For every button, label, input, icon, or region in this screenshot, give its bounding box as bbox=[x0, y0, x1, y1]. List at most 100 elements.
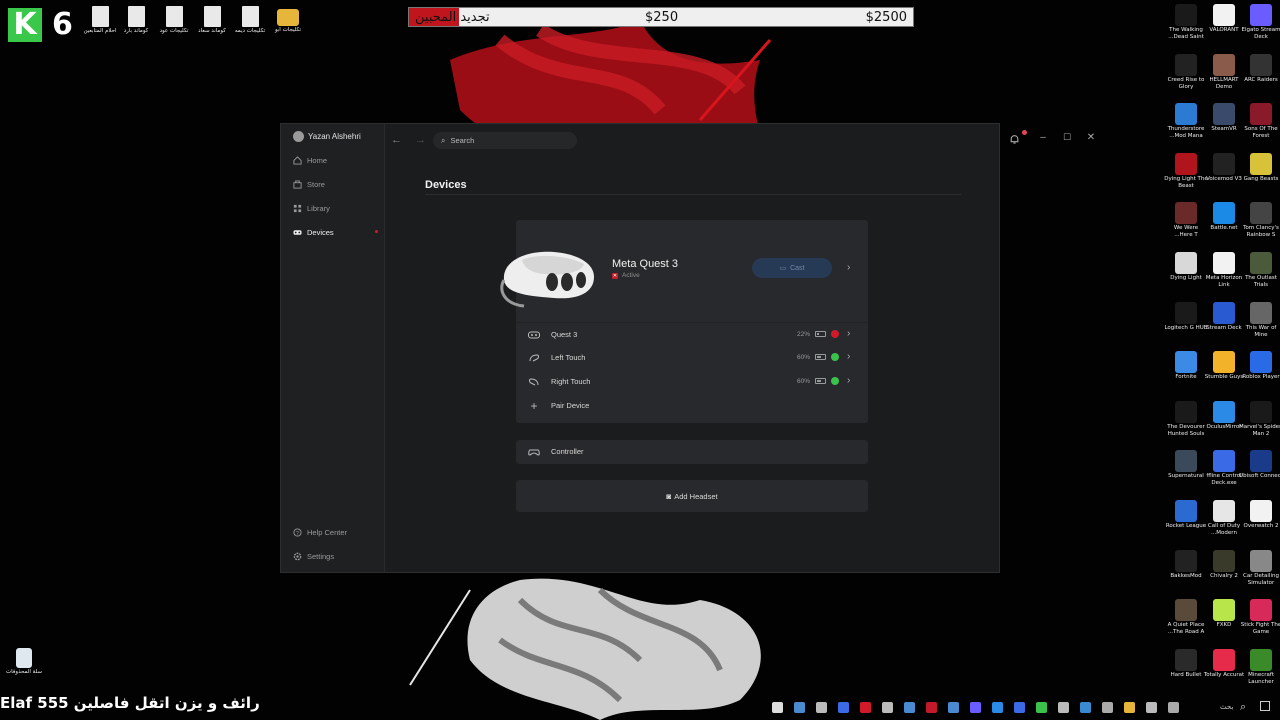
nav-home[interactable]: Home bbox=[293, 154, 327, 166]
taskbar-app-icon[interactable] bbox=[1080, 702, 1091, 713]
recycle-bin[interactable]: سلة المحذوفات bbox=[2, 648, 46, 676]
vr-headset-icon bbox=[293, 229, 302, 235]
app-icon bbox=[1175, 500, 1197, 522]
taskbar-app-icon[interactable] bbox=[948, 702, 959, 713]
svg-text:?: ? bbox=[296, 530, 299, 536]
goal-current: $250 bbox=[645, 10, 679, 25]
nav-settings[interactable]: Settings bbox=[293, 550, 334, 562]
pair-device-button[interactable]: + Pair Device bbox=[516, 394, 868, 418]
taskbar-app-icon[interactable] bbox=[838, 702, 849, 713]
user-name: Yazan Alshehri bbox=[308, 131, 361, 141]
taskbar-app-icon[interactable] bbox=[970, 702, 981, 713]
cast-button[interactable]: ▭ Cast bbox=[752, 258, 832, 278]
taskbar-app-icon[interactable] bbox=[926, 702, 937, 713]
avatar bbox=[293, 130, 304, 142]
app-icon bbox=[1213, 301, 1235, 324]
taskbar-app-icon[interactable] bbox=[904, 702, 915, 713]
desktop-shortcut[interactable]: Car Detailing Simulator bbox=[1239, 549, 1280, 587]
taskbar-app-icon[interactable] bbox=[1146, 702, 1157, 713]
gear-icon bbox=[293, 552, 302, 560]
desktop-shortcut[interactable]: Roblox Player bbox=[1239, 351, 1280, 381]
accessory-row-quest-3[interactable]: Quest 3 22% › bbox=[516, 322, 868, 346]
accessory-row-right-touch[interactable]: Right Touch 60% › bbox=[516, 370, 868, 394]
app-icon bbox=[1250, 152, 1272, 175]
donation-goal-bar: تجديد المحبين $250 $2500 bbox=[408, 7, 914, 27]
right-controller-icon bbox=[529, 378, 539, 386]
desktop-shortcut[interactable]: هذا الكمبيوتر الشخصي bbox=[1276, 4, 1280, 41]
app-icon bbox=[1175, 103, 1197, 126]
search-icon[interactable]: ⌕ bbox=[1240, 700, 1246, 714]
desktop: K 6 احلام المتابعين كوماند بارد تكليجات عو… bbox=[0, 0, 1280, 720]
start-icon[interactable] bbox=[1260, 701, 1270, 711]
app-icon bbox=[1250, 103, 1272, 126]
bell-icon[interactable] bbox=[1009, 134, 1020, 145]
taskbar-app-icon[interactable] bbox=[1124, 702, 1135, 713]
app-icon bbox=[1175, 252, 1197, 274]
taskbar-app-icon[interactable] bbox=[860, 702, 871, 713]
taskbar-app-icon[interactable] bbox=[1036, 702, 1047, 713]
desktop-shortcut[interactable]: تكليجات ابو bbox=[266, 6, 310, 34]
meta-horizon-link-window: Yazan Alshehri Home Store Library Device… bbox=[280, 123, 1095, 573]
device-status: ✕ Active bbox=[612, 272, 640, 279]
app-icon bbox=[1175, 599, 1197, 622]
forward-arrow-icon[interactable]: → bbox=[415, 134, 426, 146]
chevron-right-icon: › bbox=[847, 351, 851, 362]
minimize-icon[interactable]: – bbox=[1036, 132, 1050, 143]
back-arrow-icon[interactable]: ← bbox=[391, 134, 402, 146]
top-bar: ← → ⌕ Search – ☐ ✕ bbox=[385, 124, 1095, 158]
app-icon bbox=[1250, 500, 1272, 522]
file-icon bbox=[91, 6, 109, 27]
app-icon bbox=[1213, 500, 1235, 522]
taskbar-app-icon[interactable] bbox=[794, 702, 805, 713]
nav-store[interactable]: Store bbox=[293, 178, 325, 190]
desktop-shortcut[interactable]: Ubisoft Connect bbox=[1239, 450, 1280, 480]
app-icon bbox=[1175, 53, 1197, 76]
desktop-shortcut[interactable]: ARC Raiders bbox=[1239, 53, 1280, 84]
desktop-shortcut[interactable]: This War of Mine bbox=[1239, 301, 1280, 339]
devices-notification-dot bbox=[375, 230, 378, 233]
desktop-shortcut[interactable]: Sons Of The Forest bbox=[1239, 103, 1280, 140]
app-icon bbox=[1250, 549, 1272, 572]
nav-help-center[interactable]: ? Help Center bbox=[293, 526, 347, 538]
nav-devices[interactable]: Devices bbox=[293, 226, 383, 238]
app-icon bbox=[1175, 202, 1197, 225]
app-icon bbox=[1250, 252, 1272, 274]
desktop-shortcut[interactable]: Tom Clancy's Rainbow S bbox=[1239, 202, 1280, 239]
desktop-shortcut[interactable]: FiveM bbox=[1276, 54, 1280, 84]
desktop-shortcut[interactable]: Marvel's Spider-Man 2 bbox=[1239, 400, 1280, 438]
search-input[interactable]: ⌕ Search bbox=[433, 132, 577, 149]
taskbar-app-icon[interactable] bbox=[992, 702, 1003, 713]
taskbar-app-icon[interactable] bbox=[1168, 702, 1179, 713]
taskbar-app-icon[interactable] bbox=[772, 702, 783, 713]
store-icon bbox=[293, 179, 302, 189]
nav-library[interactable]: Library bbox=[293, 202, 330, 214]
taskbar-search-label[interactable]: بحث bbox=[1220, 703, 1233, 711]
desktop-shortcut[interactable]: Minecraft Launcher bbox=[1239, 648, 1280, 686]
taskbar-app-icon[interactable] bbox=[1058, 702, 1069, 713]
accessory-row-left-touch[interactable]: Left Touch 60% › bbox=[516, 346, 868, 370]
taskbar-app-icon[interactable] bbox=[816, 702, 827, 713]
controller-row[interactable]: Controller bbox=[516, 440, 868, 464]
taskbar-app-icon[interactable] bbox=[1014, 702, 1025, 713]
counter-number: 6 bbox=[52, 7, 73, 42]
desktop-shortcut[interactable]: Overwatch 2 bbox=[1239, 500, 1280, 530]
desktop-shortcut[interactable]: Gang Beasts bbox=[1239, 152, 1280, 183]
close-icon[interactable]: ✕ bbox=[1084, 132, 1098, 143]
chevron-right-icon: › bbox=[847, 375, 851, 386]
title-divider bbox=[425, 194, 961, 195]
desktop-shortcut[interactable]: Elgato Stream Deck bbox=[1239, 4, 1280, 41]
status-indicator bbox=[831, 377, 839, 385]
maximize-icon[interactable]: ☐ bbox=[1060, 132, 1074, 143]
app-icon bbox=[1213, 152, 1235, 175]
taskbar-app-icon[interactable] bbox=[1102, 702, 1113, 713]
desktop-shortcut[interactable]: Stick Fight The Game bbox=[1239, 599, 1280, 636]
device-details-chevron-icon[interactable]: › bbox=[847, 262, 850, 273]
user-profile[interactable]: Yazan Alshehri bbox=[293, 130, 361, 142]
search-icon: ⌕ bbox=[441, 135, 446, 145]
notification-badge bbox=[1022, 130, 1027, 135]
desktop-shortcut[interactable]: The Outlast Trials bbox=[1239, 252, 1280, 289]
taskbar-app-icon[interactable] bbox=[882, 702, 893, 713]
add-headset-button[interactable]: ◙ Add Headset bbox=[516, 480, 868, 512]
app-icon bbox=[1175, 549, 1197, 572]
inactive-status-icon: ✕ bbox=[612, 272, 618, 279]
